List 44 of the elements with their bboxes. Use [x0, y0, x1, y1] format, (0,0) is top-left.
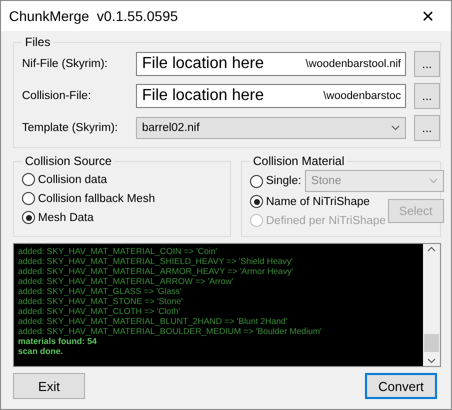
radio-label: Collision data	[38, 174, 108, 186]
log-line: added: SKY_HAV_MAT_MATERIAL_COIN => 'Coin'	[18, 246, 218, 256]
log-line: added: SKY_HAV_MAT_MATERIAL_ARROW => 'Arrow'	[18, 276, 234, 286]
scrollbar-thumb[interactable]	[424, 334, 439, 352]
browse-button[interactable]: ...	[414, 115, 440, 141]
browse-button[interactable]: ...	[414, 83, 440, 109]
log-line: added: SKY_HAV_MAT_GLASS => 'Glass'	[18, 286, 182, 296]
radio-button[interactable]	[22, 192, 35, 205]
window-title: ChunkMerge v0.1.55.0595	[9, 8, 178, 24]
log-line: added: SKY_HAV_MAT_MATERIAL_BOULDER_MEDIUM => 'Boulder Medium'	[18, 326, 323, 336]
path-field[interactable]: File location here \woodenbarstool.nif	[136, 52, 406, 76]
field-label: Nif-File (Skyrim):	[22, 58, 109, 70]
radio-label: Single:	[266, 175, 302, 187]
log-line: scan done.	[18, 346, 64, 356]
log-line: added: SKY_HAV_MAT_MATERIAL_SHIELD_HEAVY => 'Shield Heavy'	[18, 256, 294, 266]
template-dropdown[interactable]: barrel02.nif	[136, 117, 406, 139]
radio-label: Defined per NiTriShape	[266, 214, 386, 226]
path-field[interactable]: File location here \woodenbarstoc	[136, 84, 406, 108]
log-line: materials found: 54	[18, 336, 98, 346]
browse-button[interactable]: ...	[414, 51, 440, 77]
radio-label: Mesh Data	[38, 212, 94, 224]
chevron-down-icon	[428, 178, 438, 184]
convert-button[interactable]: Convert	[365, 373, 437, 399]
log-line: added: SKY_HAV_MAT_CLOTH => 'Cloth'	[18, 306, 182, 316]
chevron-down-icon[interactable]	[427, 356, 436, 366]
group-title: Collision Source	[24, 154, 113, 168]
radio-label: Collision fallback Mesh	[38, 192, 155, 204]
exit-button[interactable]: Exit	[13, 373, 85, 399]
log-line: added: SKY_HAV_MAT_STONE => 'Stone'	[18, 296, 184, 306]
chevron-up-icon[interactable]	[427, 244, 436, 254]
field-label: Collision-File:	[22, 90, 92, 102]
scrollbar[interactable]	[423, 244, 440, 366]
log-line: added: SKY_HAV_MAT_MATERIAL_ARMOR_HEAVY => 'Armor Heavy'	[18, 266, 294, 276]
group-title: Collision Material	[252, 154, 346, 168]
field-label: Template (Skyrim):	[22, 122, 119, 134]
radio-button[interactable]	[22, 173, 35, 186]
radio-button[interactable]	[250, 174, 263, 188]
close-button[interactable]: ✕	[405, 1, 451, 31]
log-line: added: SKY_HAV_MAT_MATERIAL_BLUNT_2HAND => 'Blunt 2Hand'	[18, 316, 288, 326]
group-title: Files	[24, 35, 52, 49]
radio-button[interactable]	[22, 211, 35, 224]
radio-label: Name of NiTriShape	[266, 196, 370, 208]
radio-button[interactable]	[250, 195, 263, 208]
chevron-down-icon	[391, 125, 400, 131]
